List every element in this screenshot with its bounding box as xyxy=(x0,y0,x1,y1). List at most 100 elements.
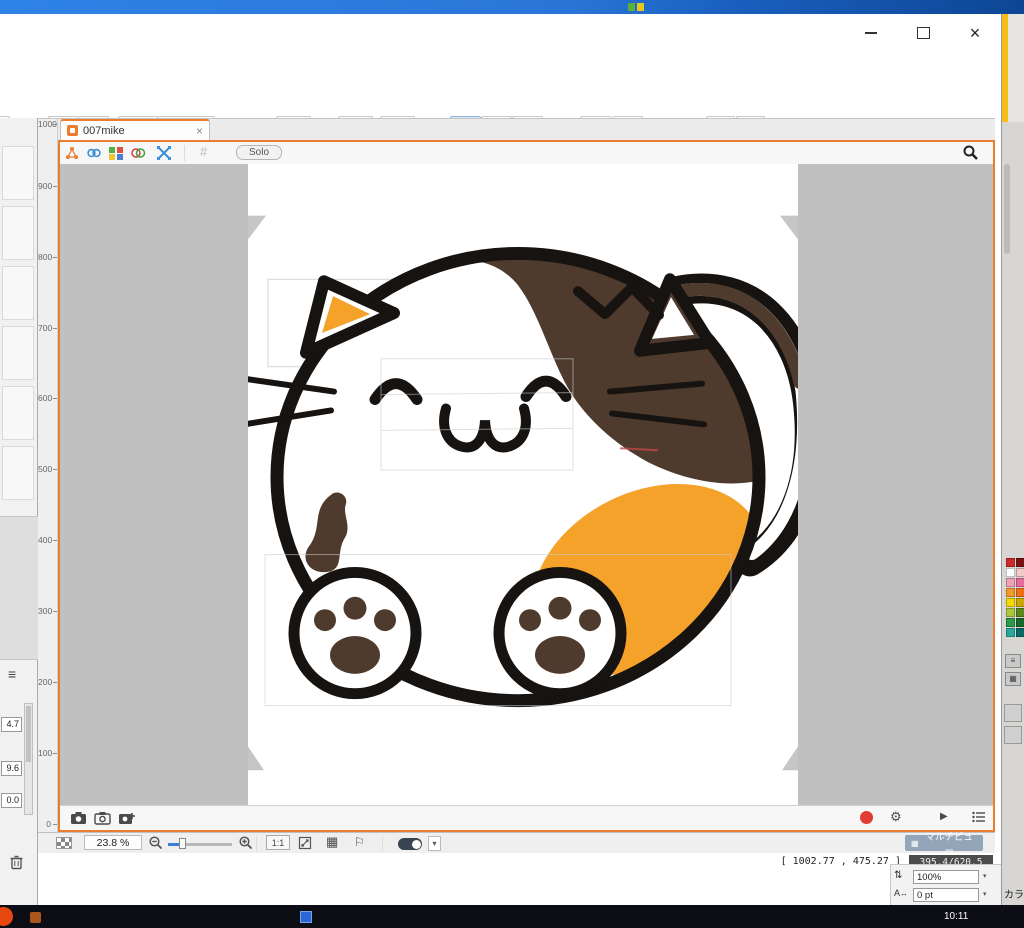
pointer-coordinates: [ 1002.77 , 475.27 ] xyxy=(781,856,901,867)
chevron-down-icon[interactable]: ▾ xyxy=(428,836,441,851)
ruler-tick: 600 xyxy=(38,393,57,403)
grid-view-button[interactable]: ▦ xyxy=(326,834,338,850)
panel-thumbnail[interactable] xyxy=(2,386,34,440)
canvas-area[interactable] xyxy=(60,164,993,806)
chevron-down-icon[interactable]: ▾ xyxy=(983,872,987,880)
snapshot-add-button[interactable] xyxy=(118,810,135,825)
taskbar-app-icon[interactable] xyxy=(300,911,312,923)
transparency-toggle[interactable] xyxy=(56,837,72,849)
taskbar-app-icon[interactable] xyxy=(0,907,13,926)
grid-toggle-button[interactable]: # xyxy=(200,144,207,159)
color-swatch[interactable] xyxy=(1006,568,1015,577)
right-scrollbar-thumb[interactable] xyxy=(1004,164,1010,254)
color-swatch[interactable] xyxy=(1006,598,1015,607)
parameter-value-field[interactable]: 0.0 xyxy=(1,793,22,808)
artboard[interactable] xyxy=(248,164,798,806)
magnifier-icon xyxy=(962,144,979,161)
list-button[interactable] xyxy=(972,811,986,826)
taskbar-app-icon[interactable] xyxy=(30,912,41,923)
view-toggle-switch[interactable] xyxy=(398,838,422,850)
swatch-menu-icon[interactable]: ≡ xyxy=(1005,654,1021,668)
ruler-tick: 700 xyxy=(38,323,57,333)
flag-button[interactable]: ⚐ xyxy=(354,835,365,849)
statusbar-separator xyxy=(256,836,257,851)
onion-skin-button[interactable] xyxy=(130,145,146,161)
color-swatch[interactable] xyxy=(1016,628,1024,637)
color-swatch[interactable] xyxy=(1006,628,1015,637)
grid-icon: ▦ xyxy=(911,839,919,848)
maximize-button[interactable] xyxy=(897,14,949,52)
canvas-bottom-toolbar: ⚙ ▶ xyxy=(60,805,993,830)
color-swatch[interactable] xyxy=(1006,618,1015,627)
zoom-slider[interactable] xyxy=(168,843,232,846)
taskbar-clock[interactable]: 10:11 xyxy=(944,911,968,922)
search-pin-button[interactable] xyxy=(962,144,979,164)
color-swatch[interactable] xyxy=(1006,588,1015,597)
zoom-level-field[interactable]: 23.8 % xyxy=(84,835,142,850)
multiview-button[interactable]: ▦ マルチビュー xyxy=(905,835,983,851)
tab-document[interactable]: 007mike × xyxy=(60,119,210,141)
delete-button[interactable] xyxy=(9,854,24,873)
snapshot-overlay-button[interactable] xyxy=(94,810,111,825)
play-button[interactable]: ▶ xyxy=(940,811,948,822)
panel-thumbnail[interactable] xyxy=(2,146,34,200)
color-swatch[interactable] xyxy=(1006,578,1015,587)
color-swatch[interactable] xyxy=(1016,568,1024,577)
statusbar-separator xyxy=(382,836,383,851)
parameter-value-field[interactable]: 9.6 xyxy=(1,761,22,776)
cat-left-paw xyxy=(294,572,416,693)
letter-spacing-icon: A↔ xyxy=(894,888,908,898)
tool-thumbnail[interactable] xyxy=(1004,704,1022,722)
app-window: × AUTO xyxy=(0,14,1001,905)
texture-view-button[interactable] xyxy=(108,145,124,161)
link-view-button[interactable] xyxy=(86,145,102,161)
fit-view-button[interactable] xyxy=(298,836,312,853)
color-swatch[interactable] xyxy=(1016,608,1024,617)
panel-thumbnail[interactable] xyxy=(2,266,34,320)
menu-icon[interactable]: ≡ xyxy=(8,666,16,682)
panel-thumbnail[interactable] xyxy=(2,206,34,260)
close-icon: × xyxy=(970,24,981,42)
ruler: 10009008007006005004003002001000 xyxy=(38,118,58,832)
panel-thumbnail[interactable] xyxy=(2,446,34,500)
color-swatch[interactable] xyxy=(1006,608,1015,617)
letter-spacing-field[interactable]: 0 pt xyxy=(913,888,979,902)
snapshot-button[interactable] xyxy=(70,810,87,825)
line-height-field[interactable]: 100% xyxy=(913,870,979,884)
panel-scrollbar[interactable] xyxy=(24,703,33,815)
zoom-out-button[interactable] xyxy=(148,835,163,853)
mesh-view-button[interactable] xyxy=(156,145,172,161)
zoom-in-button[interactable] xyxy=(238,835,253,853)
chevron-down-icon[interactable]: ▾ xyxy=(983,890,987,898)
deformer-view-button[interactable] xyxy=(64,145,80,161)
color-swatch[interactable] xyxy=(1016,598,1024,607)
solo-button[interactable]: Solo xyxy=(236,145,282,160)
ruler-tick: 100 xyxy=(38,748,57,758)
color-swatch[interactable] xyxy=(1016,618,1024,627)
color-swatch[interactable] xyxy=(1016,588,1024,597)
color-swatch[interactable] xyxy=(1016,578,1024,587)
record-button[interactable] xyxy=(860,811,873,824)
deformer-icon xyxy=(64,145,80,161)
tool-thumbnail[interactable] xyxy=(1004,726,1022,744)
ruler-tick: 1000 xyxy=(38,119,57,129)
parameter-value-field[interactable]: 4.7 xyxy=(1,717,22,732)
titlebar: × xyxy=(0,14,1001,54)
zoom-slider-thumb[interactable] xyxy=(179,838,186,849)
gear-icon[interactable]: ⚙ xyxy=(890,809,902,825)
camera-add-icon xyxy=(118,810,135,825)
scrollbar-thumb[interactable] xyxy=(26,706,31,762)
color-swatch[interactable] xyxy=(1006,558,1015,567)
ruler-tick: 0 xyxy=(38,819,57,829)
color-swatch[interactable] xyxy=(1016,558,1024,567)
panel-thumbnail[interactable] xyxy=(2,326,34,380)
ruler-tick: 300 xyxy=(38,606,57,616)
mesh-x-icon xyxy=(156,145,172,161)
minimize-button[interactable] xyxy=(845,14,897,52)
swatch-grid-icon[interactable]: ▦ xyxy=(1005,672,1021,686)
background-app-icon xyxy=(628,3,635,11)
close-button[interactable]: × xyxy=(949,14,1001,52)
tab-close-icon[interactable]: × xyxy=(196,124,203,138)
actual-size-button[interactable]: 1:1 xyxy=(266,835,290,850)
right-edge-panel: ≡ ▦ カラー xyxy=(1001,14,1024,905)
